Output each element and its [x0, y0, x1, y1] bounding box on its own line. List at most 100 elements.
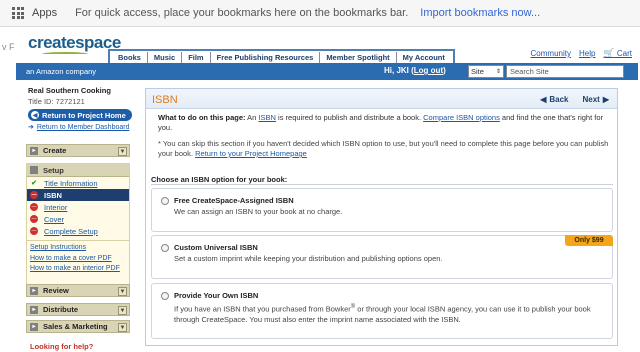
panel-header: ISBN ◀ Back Next ▶ — [146, 89, 617, 109]
option-description: Set a custom imprint while keeping your … — [174, 254, 443, 263]
checkmark-icon: ✔ — [31, 180, 37, 187]
option-description: We can assign an ISBN to your book at no… — [174, 207, 343, 216]
bookmarks-bar: Apps For quick access, place your bookma… — [0, 0, 640, 27]
page-title: ISBN — [152, 94, 178, 106]
section-review[interactable]: ▸ Review ▼ — [26, 284, 130, 297]
intro-text: What to do on this page: An ISBN is requ… — [158, 113, 604, 132]
left-arrow-icon: ◀ — [31, 111, 39, 119]
setup-item-interior[interactable]: — Interior — [27, 201, 129, 213]
setup-item-isbn[interactable]: — ISBN — [27, 189, 129, 201]
compare-isbn-options-link[interactable]: Compare ISBN options — [423, 113, 500, 122]
cover-pdf-help-link[interactable]: How to make a cover PDF — [30, 254, 126, 265]
section-setup: Setup ✔ Title Information — ISBN — Inter… — [26, 163, 130, 288]
section-marker-icon: ▸ — [30, 322, 38, 331]
import-bookmarks-link[interactable]: Import bookmarks now... — [420, 7, 540, 19]
return-project-homepage-link[interactable]: Return to your Project Homepage — [195, 149, 307, 158]
help-link[interactable]: Help — [579, 49, 595, 58]
main-nav: Books Music Film Free Publishing Resourc… — [108, 49, 455, 63]
incomplete-stop-icon: — — [30, 215, 38, 223]
return-project-home-label: Return to Project Home — [42, 110, 126, 120]
setup-item-title-information[interactable]: ✔ Title Information — [27, 177, 129, 189]
section-distribute-label: Distribute — [43, 305, 79, 314]
nav-tab-member-spotlight[interactable]: Member Spotlight — [320, 52, 397, 63]
isbn-option-custom-universal[interactable]: Only $99 Custom Universal ISBN Set a cus… — [151, 235, 613, 279]
return-project-home-button[interactable]: ◀ Return to Project Home — [28, 109, 132, 121]
next-arrow-icon: ▶ — [602, 95, 609, 104]
account-bar: an Amazon company Hi, JKI (Log out) Site… — [16, 63, 638, 80]
nav-tab-books[interactable]: Books — [112, 52, 148, 63]
search-scope-select[interactable]: Site ⇕ — [468, 65, 504, 78]
section-sales-marketing[interactable]: ▸ Sales & Marketing ▼ — [26, 320, 130, 333]
incomplete-stop-icon: — — [30, 227, 38, 235]
setup-item-cover[interactable]: — Cover — [27, 213, 129, 225]
search-input[interactable]: Search Site — [506, 65, 624, 78]
isbn-link[interactable]: ISBN — [258, 113, 276, 122]
community-link[interactable]: Community — [531, 49, 571, 58]
createspace-logo[interactable]: createspace — [28, 33, 121, 56]
section-marker-icon — [30, 166, 38, 174]
project-sidebar: Real Southern Cooking Title ID: 7272121 … — [26, 86, 136, 352]
interior-pdf-help-link[interactable]: How to make an interior PDF — [30, 264, 126, 275]
isbn-option-free[interactable]: Free CreateSpace-Assigned ISBN We can as… — [151, 188, 613, 232]
apps-grid-icon[interactable] — [12, 7, 24, 19]
option-title: Free CreateSpace-Assigned ISBN — [174, 196, 294, 205]
nav-tab-film[interactable]: Film — [182, 52, 211, 63]
section-marker-icon: ▸ — [30, 146, 38, 155]
section-create-label: Create — [43, 146, 67, 155]
custom-isbn-radio[interactable] — [161, 244, 169, 252]
nav-tab-free-publishing-resources[interactable]: Free Publishing Resources — [211, 52, 321, 63]
site-header: v F createspace Books Music Film Free Pu… — [0, 27, 640, 67]
section-distribute[interactable]: ▸ Distribute ▼ — [26, 303, 130, 316]
chevron-down-icon: ▼ — [118, 323, 127, 332]
incomplete-stop-icon: — — [30, 191, 38, 199]
option-description: If you have an ISBN that you purchased f… — [174, 304, 591, 324]
option-title: Provide Your Own ISBN — [174, 291, 259, 300]
section-setup-label: Setup — [43, 165, 64, 175]
isbn-option-provide-own[interactable]: Provide Your Own ISBN If you have an ISB… — [151, 283, 613, 339]
choose-isbn-heading: Choose an ISBN option for your book: — [151, 175, 288, 184]
top-links: Community Help 🛒 Cart — [531, 48, 632, 59]
bookmarks-hint: For quick access, place your bookmarks h… — [75, 7, 409, 19]
title-id: Title ID: 7272121 — [28, 97, 85, 106]
back-arrow-icon: ◀ — [540, 95, 547, 104]
arrow-left-icon: ➜ — [28, 124, 34, 131]
own-isbn-radio[interactable] — [161, 292, 169, 300]
cart-label: Cart — [616, 49, 632, 58]
cart-link[interactable]: 🛒 Cart — [603, 48, 632, 59]
return-dashboard-label: Return to Member Dashboard — [36, 123, 130, 131]
chevron-down-icon: ▼ — [118, 147, 127, 156]
section-sales-label: Sales & Marketing — [43, 322, 108, 331]
setup-help-links: Setup Instructions How to make a cover P… — [27, 240, 129, 277]
pager: ◀ Back Next ▶ — [540, 95, 609, 104]
amazon-company-tagline: an Amazon company — [26, 67, 97, 76]
isbn-panel: ISBN ◀ Back Next ▶ What to do on this page… — [145, 88, 618, 346]
free-isbn-radio[interactable] — [161, 197, 169, 205]
setup-instructions-link[interactable]: Setup Instructions — [30, 243, 126, 254]
section-marker-icon: ▸ — [30, 305, 38, 314]
logout-link[interactable]: Log out — [414, 66, 443, 75]
setup-item-complete-setup[interactable]: — Complete Setup — [27, 225, 129, 237]
cart-icon: 🛒 — [603, 48, 615, 58]
return-dashboard-link[interactable]: ➜ Return to Member Dashboard — [28, 123, 136, 132]
section-create[interactable]: ▸ Create ▼ — [26, 144, 130, 157]
logo-swoosh-icon — [42, 52, 88, 56]
search-scope-value: Site — [471, 67, 484, 76]
section-marker-icon: ▸ — [30, 286, 38, 295]
apps-link[interactable]: Apps — [32, 7, 57, 19]
skip-note: * You can skip this section if you haven… — [158, 139, 609, 158]
incomplete-stop-icon: — — [30, 203, 38, 211]
project-name: Real Southern Cooking — [28, 86, 111, 95]
back-button[interactable]: ◀ Back — [540, 95, 568, 104]
user-greeting: Hi, JKI (Log out) — [384, 66, 446, 75]
chevron-down-icon: ▼ — [118, 287, 127, 296]
section-setup-header[interactable]: Setup — [27, 164, 129, 177]
looking-for-help[interactable]: Looking for help? — [30, 342, 93, 351]
logo-text: createspace — [28, 33, 121, 52]
nav-tab-my-account[interactable]: My Account — [397, 52, 451, 63]
section-review-label: Review — [43, 286, 69, 295]
chevron-down-icon: ▼ — [118, 306, 127, 315]
option-title: Custom Universal ISBN — [174, 243, 258, 252]
nav-tab-music[interactable]: Music — [148, 52, 183, 63]
divider — [151, 184, 613, 185]
next-button[interactable]: Next ▶ — [583, 95, 610, 104]
